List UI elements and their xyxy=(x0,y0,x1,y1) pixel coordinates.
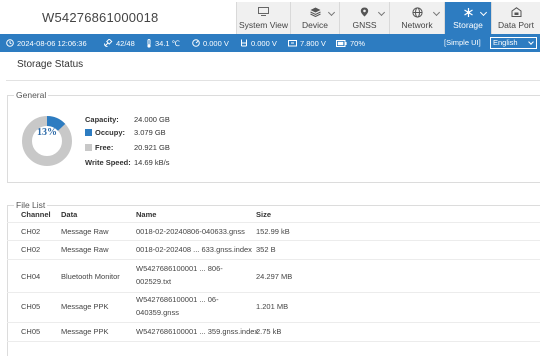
occupy-swatch xyxy=(85,129,92,136)
name-line-1: W5427686100001 ... 806- xyxy=(136,264,223,273)
capacity-value: 24.000 GB xyxy=(134,115,170,124)
write-speed-label: Write Speed: xyxy=(85,158,131,167)
table-row-4-data: Message PPK xyxy=(61,302,109,311)
tab-data-port[interactable]: Data Port xyxy=(491,2,540,34)
free-value: 20.921 GB xyxy=(134,143,170,152)
status-voltage-3: 7.800 V xyxy=(288,34,326,52)
clock-icon xyxy=(6,39,14,47)
divider xyxy=(7,341,540,342)
tab-network[interactable]: Network xyxy=(389,2,444,34)
datetime-text: 2024-08-06 12:06:36 xyxy=(17,38,87,48)
name-line-2: 002529.txt xyxy=(136,276,172,286)
table-row-3-channel: CH04 xyxy=(21,272,41,281)
battery-text: 70% xyxy=(350,38,366,48)
divider xyxy=(7,292,540,293)
free-swatch xyxy=(85,144,92,151)
tab-storage[interactable]: Storage xyxy=(444,2,491,34)
tab-label: Data Port xyxy=(498,20,534,30)
divider xyxy=(7,240,540,241)
tab-label: System View xyxy=(239,20,288,30)
satellites-text: 42/48 xyxy=(116,38,135,48)
table-row-4-name[interactable]: W5427686100001 ... 06- 040359.gnss xyxy=(136,294,219,319)
free-label: Free: xyxy=(95,143,114,152)
divider xyxy=(7,222,540,223)
table-row-2-size: 352 B xyxy=(256,245,276,254)
capacity-label: Capacity: xyxy=(85,115,119,124)
table-row-1-size: 152.99 kB xyxy=(256,227,290,236)
status-battery: 70% xyxy=(336,34,365,52)
column-header-name: Name xyxy=(136,210,157,219)
language-value: English xyxy=(493,38,518,47)
donut-percent-label: 13% xyxy=(37,127,57,138)
power-adapter-icon xyxy=(288,40,297,47)
status-bar: 2024-08-06 12:06:36 42/48 34.1 ℃ 0.000 V… xyxy=(0,34,540,52)
table-row-3-data: Bluetooth Monitor xyxy=(61,272,120,281)
storage-donut-chart xyxy=(22,116,72,166)
tab-label: GNSS xyxy=(352,20,377,30)
data-port-icon xyxy=(492,7,540,17)
plug-icon xyxy=(241,39,247,47)
chevron-down-icon xyxy=(528,39,534,45)
table-row-5-name[interactable]: W5427686100001 ... 359.gnss.index xyxy=(136,326,258,339)
table-row-1-channel: CH02 xyxy=(21,227,41,236)
table-row-3-name[interactable]: W5427686100001 ... 806- 002529.txt xyxy=(136,263,223,288)
page-title: Storage Status xyxy=(17,59,84,70)
table-row-1-name[interactable]: 0018-02-20240806-040633.gnss xyxy=(136,226,245,239)
column-header-size: Size xyxy=(256,210,272,219)
capacity-row: Capacity: xyxy=(85,115,119,124)
table-row-4-channel: CH05 xyxy=(21,302,41,311)
column-header-channel: Channel xyxy=(21,210,51,219)
divider xyxy=(7,322,540,323)
table-row-3-size: 24.297 MB xyxy=(256,272,293,281)
device-id: W54276861000018 xyxy=(42,10,159,25)
voltage-1-text: 0.000 V xyxy=(203,38,229,48)
table-row-2-channel: CH02 xyxy=(21,245,41,254)
name-line-1: W5427686100001 ... 06- xyxy=(136,295,219,304)
voltage-3-text: 7.800 V xyxy=(300,38,326,48)
table-row-4-size: 1.201 MB xyxy=(256,302,289,311)
divider xyxy=(6,80,540,81)
status-voltage-1: 0.000 V xyxy=(192,34,229,52)
tab-label: Network xyxy=(401,20,433,30)
occupy-label: Occupy: xyxy=(95,128,126,137)
status-satellites: 42/48 xyxy=(104,34,135,52)
status-temperature: 34.1 ℃ xyxy=(146,34,180,52)
general-panel xyxy=(7,95,540,183)
table-row-1-data: Message Raw xyxy=(61,227,109,236)
name-line-2: 040359.gnss xyxy=(136,307,179,317)
table-row-2-data: Message Raw xyxy=(61,245,109,254)
tab-system-view[interactable]: System View xyxy=(236,2,290,34)
occupy-value: 3.079 GB xyxy=(134,128,166,137)
satellite-icon xyxy=(104,39,113,47)
tab-gnss[interactable]: GNSS xyxy=(339,2,389,34)
table-row-2-name[interactable]: 0018-02-202408 ... 633.gnss.index xyxy=(136,244,252,257)
battery-icon xyxy=(336,39,347,47)
write-speed-value: 14.69 kB/s xyxy=(134,158,170,167)
table-row-5-channel: CH05 xyxy=(21,327,41,336)
temperature-text: 34.1 ℃ xyxy=(155,38,181,48)
general-legend: General xyxy=(14,90,49,100)
column-header-data: Data xyxy=(61,210,78,219)
thermometer-icon xyxy=(147,38,151,48)
status-voltage-2: 0.000 V xyxy=(240,34,277,52)
simple-ui-link[interactable]: [Simple UI] xyxy=(444,38,481,47)
app-header: W54276861000018 System View Device GNSS xyxy=(0,0,540,34)
monitor-icon xyxy=(237,7,290,16)
file-list-legend: File List xyxy=(14,200,48,210)
divider xyxy=(7,259,540,260)
tab-label: Storage xyxy=(453,20,483,30)
language-select[interactable]: English xyxy=(490,37,537,49)
nav-tabs: System View Device GNSS Network Storage … xyxy=(236,2,540,34)
status-datetime: 2024-08-06 12:06:36 xyxy=(6,34,87,52)
voltage-2-text: 0.000 V xyxy=(251,38,277,48)
gauge-icon xyxy=(192,39,200,47)
tab-device[interactable]: Device xyxy=(290,2,339,34)
tab-label: Device xyxy=(302,20,328,30)
table-row-5-data: Message PPK xyxy=(61,327,109,336)
table-row-5-size: 2.75 kB xyxy=(256,327,282,336)
